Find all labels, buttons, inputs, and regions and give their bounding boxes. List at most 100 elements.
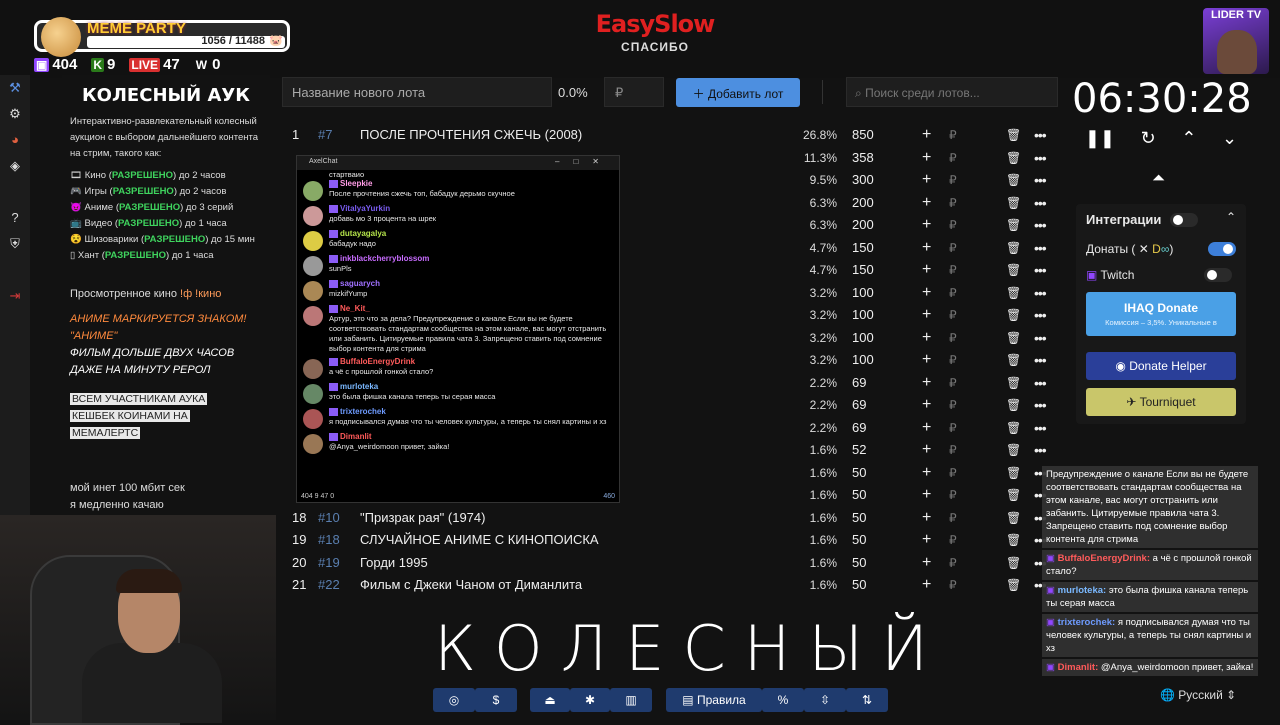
ruble-icon[interactable]: ₽ [949,304,957,327]
more-icon[interactable]: ••• [1034,214,1047,237]
more-icon[interactable]: ••• [1034,394,1047,417]
collapse-icon[interactable]: ⏶ [1152,170,1165,188]
ruble-icon[interactable]: ₽ [949,552,957,575]
trash-icon[interactable]: 🗑 [1006,484,1021,507]
ruble-icon[interactable]: ₽ [949,372,957,395]
lot-amount[interactable]: 50 [852,507,866,530]
lot-amount[interactable]: 150 [852,237,874,260]
chevron-up-icon[interactable]: ⌃ [1181,128,1196,149]
window-controls[interactable]: –□✕ [555,157,613,166]
trash-icon[interactable]: 🗑 [1006,304,1021,327]
lot-amount[interactable]: 200 [852,214,874,237]
lot-amount[interactable]: 52 [852,439,866,462]
more-icon[interactable]: ••• [1034,372,1047,395]
tourniquet-button[interactable]: ✈ Tourniquet [1086,388,1236,416]
plus-icon[interactable]: + [922,552,931,575]
plus-icon[interactable]: + [922,169,931,192]
lot-row[interactable]: 1 #7 ПОСЛЕ ПРОЧТЕНИЯ СЖЕЧЬ (2008) 26.8% 850 +… [290,124,1060,147]
new-lot-name-input[interactable]: Название нового лота [282,77,552,107]
plus-icon[interactable]: + [922,484,931,507]
more-icon[interactable]: ••• [1034,417,1047,440]
trash-icon[interactable]: 🗑 [1006,462,1021,485]
language-select[interactable]: 🌐 Русский ⇕ [1160,688,1256,708]
trash-icon[interactable]: 🗑 [1006,327,1021,350]
plus-icon[interactable]: + [922,574,931,597]
ruble-icon[interactable]: ₽ [949,349,957,372]
chevron-up-icon[interactable]: ⌃ [1226,210,1236,224]
lot-row[interactable]: 21 #22 Фильм с Джеки Чаном от Диманлита 1.6… [290,574,1060,597]
more-icon[interactable]: ••• [1034,259,1047,282]
ruble-icon[interactable]: ₽ [949,282,957,305]
more-icon[interactable]: ••• [1034,169,1047,192]
ihaq-donate-button[interactable]: IHAQ Donate Комиссия – 3,5%. Уникальные … [1086,292,1236,336]
chevron-down-icon[interactable]: ⌄ [1222,128,1237,149]
rules-button[interactable]: ▤ Правила [666,688,762,712]
lot-amount[interactable]: 100 [852,282,874,305]
lot-row[interactable]: 18 #10 "Призрак рая" (1974) 1.6% 50 + ₽ 🗑 ••• [290,507,1060,530]
trash-icon[interactable]: 🗑 [1006,192,1021,215]
pause-icon[interactable]: ❚❚ [1085,128,1115,149]
ruble-icon[interactable]: ₽ [949,214,957,237]
ruble-icon[interactable]: ₽ [949,237,957,260]
ruble-icon[interactable]: ₽ [949,462,957,485]
percent-button[interactable]: % [762,688,804,712]
lot-amount[interactable]: 69 [852,417,866,440]
reset-icon[interactable]: ↻ [1141,128,1156,149]
logo-icon[interactable]: ⚒ [0,75,30,101]
lot-row[interactable]: 20 #19 Горди 1995 1.6% 50 + ₽ 🗑 ••• [290,552,1060,575]
ruble-icon[interactable]: ₽ [949,484,957,507]
ruble-icon[interactable]: ₽ [949,529,957,552]
trash-icon[interactable]: 🗑 [1006,552,1021,575]
more-icon[interactable]: ••• [1034,192,1047,215]
plus-icon[interactable]: + [922,282,931,305]
plus-icon[interactable]: + [922,192,931,215]
more-icon[interactable]: ••• [1034,147,1047,170]
ruble-icon[interactable]: ₽ [949,394,957,417]
layers-icon[interactable]: ◈ [0,153,30,179]
stop-button[interactable]: ⏏ [530,688,570,712]
more-icon[interactable]: ••• [1034,282,1047,305]
donate-helper-button[interactable]: ◉ Donate Helper [1086,352,1236,380]
lot-amount[interactable]: 50 [852,484,866,507]
plus-icon[interactable]: + [922,529,931,552]
trash-icon[interactable]: 🗑 [1006,147,1021,170]
ruble-icon[interactable]: ₽ [949,417,957,440]
ruble-icon[interactable]: ₽ [949,507,957,530]
ruble-icon[interactable]: ₽ [949,192,957,215]
lot-amount[interactable]: 200 [852,192,874,215]
donate-button[interactable]: $ [475,688,517,712]
ruble-icon[interactable]: ₽ [949,147,957,170]
plus-icon[interactable]: + [922,124,931,147]
clear-button[interactable]: ▥ [610,688,652,712]
ruble-icon[interactable]: ₽ [949,327,957,350]
lot-amount[interactable]: 50 [852,462,866,485]
gear-icon[interactable]: ⚙ [0,101,30,127]
lot-amount[interactable]: 150 [852,259,874,282]
lot-name[interactable]: Горди 1995 [360,552,790,575]
twitch-toggle[interactable] [1204,268,1232,282]
lot-name[interactable]: "Призрак рая" (1974) [360,507,790,530]
wheel-icon[interactable]: ◕ [0,127,30,153]
compress-button[interactable]: ⇳ [804,688,846,712]
lot-search-input[interactable]: ⌕ Поиск среди лотов... [846,77,1058,107]
more-icon[interactable]: ••• [1034,349,1047,372]
plus-icon[interactable]: + [922,214,931,237]
bug-button[interactable]: ✱ [570,688,610,712]
donations-toggle[interactable] [1208,242,1236,256]
trash-icon[interactable]: 🗑 [1006,507,1021,530]
lot-amount[interactable]: 100 [852,327,874,350]
trash-icon[interactable]: 🗑 [1006,214,1021,237]
more-icon[interactable]: ••• [1034,124,1047,147]
lot-amount[interactable]: 50 [852,529,866,552]
lot-amount[interactable]: 69 [852,372,866,395]
ruble-icon[interactable]: ₽ [949,574,957,597]
lot-amount[interactable]: 850 [852,124,874,147]
plus-icon[interactable]: + [922,394,931,417]
plus-icon[interactable]: + [922,304,931,327]
plus-icon[interactable]: + [922,507,931,530]
ruble-icon[interactable]: ₽ [949,259,957,282]
trash-icon[interactable]: 🗑 [1006,237,1021,260]
plus-icon[interactable]: + [922,259,931,282]
plus-icon[interactable]: + [922,462,931,485]
axelchat-window[interactable]: AxelChat –□✕ стартваио Sleepkie После про… [296,155,620,503]
